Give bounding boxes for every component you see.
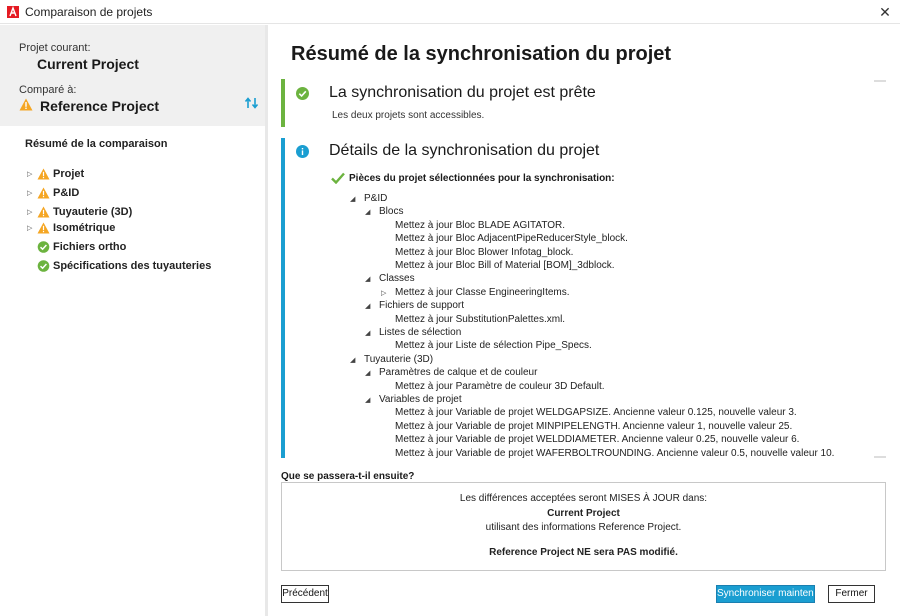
- sync-detail-text: Mettez à jour SubstitutionPalettes.xml.: [395, 313, 566, 325]
- whats-next-title: Que se passera-t-il ensuite?: [281, 471, 415, 482]
- sync-detail-row[interactable]: ◢ Variables de projet: [365, 393, 462, 406]
- sync-detail-row: Mettez à jour Bloc Blower Infotag_block.: [381, 246, 573, 259]
- whats-next-target-project: Current Project: [547, 508, 620, 519]
- sync-detail-row: Mettez à jour Variable de projet WELDGAP…: [381, 406, 797, 419]
- sync-detail-text: Mettez à jour Classe EngineeringItems.: [395, 286, 570, 298]
- tree-toggle-icon[interactable]: ◢: [350, 354, 364, 367]
- sync-detail-row: Mettez à jour Liste de sélection Pipe_Sp…: [381, 339, 592, 352]
- tree-toggle-icon[interactable]: ◢: [365, 273, 379, 286]
- sync-detail-text: Mettez à jour Bloc AdjacentPipeReducerSt…: [395, 233, 628, 245]
- whats-next-unchanged-note: Reference Project NE sera PAS modifié.: [489, 547, 678, 558]
- whats-next-line-3: utilisant des informations Reference Pro…: [485, 522, 682, 533]
- sync-detail-text: Listes de sélection: [379, 327, 462, 338]
- tree-toggle-icon[interactable]: ◢: [365, 327, 379, 340]
- sync-detail-row: Mettez à jour Bloc BLADE AGITATOR.: [381, 219, 565, 232]
- sync-detail-row[interactable]: ◢ Classes: [365, 272, 415, 285]
- sync-detail-text: Mettez à jour Variable de projet WELDGAP…: [395, 407, 797, 419]
- tree-toggle-icon[interactable]: ▷: [381, 287, 395, 300]
- sync-detail-row: Mettez à jour Variable de projet WELDDIA…: [381, 433, 799, 446]
- sync-details-tree[interactable]: ◢ P&ID ◢ Blocs Mettez à jour Bloc BLADE AGIT…: [0, 0, 886, 458]
- sync-detail-text: Mettez à jour Variable de projet WAFERBO…: [395, 447, 835, 458]
- sync-detail-row: Mettez à jour Bloc AdjacentPipeReducerSt…: [381, 232, 628, 245]
- sync-detail-text: Mettez à jour Variable de projet WELDDIA…: [395, 434, 800, 446]
- tree-toggle-icon[interactable]: ◢: [350, 193, 364, 206]
- previous-button[interactable]: Précédent: [281, 585, 329, 603]
- sync-detail-row[interactable]: ◢ Blocs: [365, 205, 403, 218]
- sync-detail-row[interactable]: ◢ P&ID: [350, 192, 387, 205]
- tree-toggle-icon[interactable]: ◢: [365, 367, 379, 380]
- sync-detail-text: Mettez à jour Bloc Blower Infotag_block.: [395, 246, 574, 258]
- sync-detail-row[interactable]: ◢ Fichiers de support: [365, 299, 464, 312]
- sync-detail-text: Classes: [379, 273, 415, 285]
- tree-toggle-icon[interactable]: ◢: [365, 300, 379, 313]
- tree-toggle-icon[interactable]: ◢: [365, 206, 379, 219]
- tree-toggle-icon[interactable]: ◢: [365, 394, 379, 407]
- sync-detail-text: Blocs: [379, 206, 404, 218]
- sync-detail-text: P&ID: [364, 193, 388, 204]
- sync-detail-text: Mettez à jour Variable de projet MINPIPE…: [395, 420, 793, 432]
- sync-detail-text: Mettez à jour Bloc Bill of Material [BOM…: [395, 260, 615, 271]
- scrollbar-top[interactable]: [874, 80, 886, 82]
- sync-detail-row: Mettez à jour Bloc Bill of Material [BOM…: [381, 259, 615, 272]
- sync-detail-text: Fichiers de support: [379, 300, 465, 312]
- sync-detail-text: Paramètres de calque et de couleur: [379, 367, 538, 379]
- sync-detail-text: Mettez à jour Liste de sélection Pipe_Sp…: [395, 340, 592, 352]
- close-button[interactable]: Fermer: [828, 585, 875, 603]
- sync-detail-row[interactable]: ◢ Listes de sélection: [365, 326, 461, 339]
- sync-detail-row: Mettez à jour SubstitutionPalettes.xml.: [381, 313, 565, 326]
- scrollbar-bottom[interactable]: [874, 456, 886, 458]
- sync-detail-row: Mettez à jour Paramètre de couleur 3D De…: [381, 380, 605, 393]
- sync-detail-text: Mettez à jour Paramètre de couleur 3D De…: [395, 380, 605, 392]
- sync-detail-row[interactable]: ◢ Tuyauterie (3D): [350, 353, 433, 366]
- sync-detail-row[interactable]: ◢ Paramètres de calque et de couleur: [365, 366, 537, 379]
- whats-next-line-1: Les différences acceptées seront MISES À…: [459, 493, 708, 504]
- sync-now-button[interactable]: Synchroniser maintenant: [716, 585, 815, 603]
- sync-detail-text: Variables de projet: [379, 394, 462, 405]
- sync-detail-row: Mettez à jour Variable de projet MINPIPE…: [381, 420, 792, 433]
- sync-detail-text: Tuyauterie (3D): [364, 353, 434, 365]
- sync-detail-row[interactable]: ▷ Mettez à jour Classe EngineeringItems.: [381, 286, 570, 299]
- sync-detail-text: Mettez à jour Bloc BLADE AGITATOR.: [395, 219, 566, 231]
- sync-detail-row: Mettez à jour Variable de projet WAFERBO…: [381, 447, 834, 458]
